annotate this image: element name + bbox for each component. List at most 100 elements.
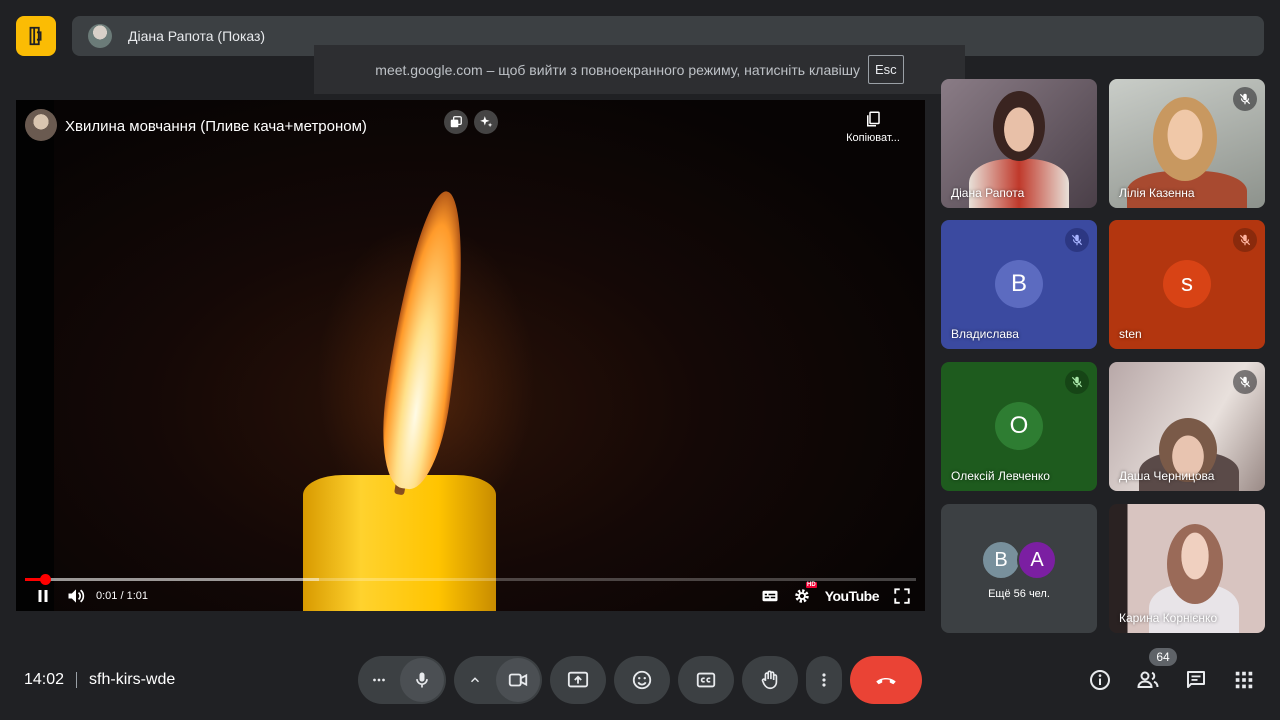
volume-icon (68, 589, 85, 603)
mic-off-icon (1071, 234, 1083, 246)
copy-link-button[interactable]: Копіюват... (843, 110, 903, 144)
copy-icon (867, 111, 880, 127)
presenter-name: Діана Рапота (Показ) (128, 28, 266, 44)
more-options-button[interactable] (806, 656, 842, 704)
people-icon (1137, 671, 1159, 688)
more-vert-icon (822, 673, 826, 687)
videocam-icon (508, 673, 528, 687)
participant-name: sten (1119, 327, 1142, 341)
mic-off-icon (1239, 234, 1251, 246)
participant-name: Діана Рапота (951, 186, 1025, 200)
reactions-button[interactable] (614, 656, 670, 704)
hand-icon (761, 670, 778, 690)
settings-button[interactable]: HD (793, 582, 817, 605)
video-options-button[interactable] (454, 656, 496, 704)
participant-name: Карина Корнієнко (1119, 611, 1218, 625)
youtube-logo[interactable]: YouTube (825, 588, 880, 604)
esc-key-hint: Esc (868, 55, 904, 84)
apps-grid-icon (1235, 671, 1253, 689)
fullscreen-toast: meet.google.com – щоб вийти з повноекран… (314, 45, 965, 94)
meeting-details-button[interactable] (1084, 664, 1116, 696)
leave-call-button[interactable] (850, 656, 922, 704)
chat-icon (1187, 671, 1205, 688)
video-progress-bar[interactable] (25, 574, 916, 585)
participant-avatar: s (1163, 260, 1211, 308)
meeting-code: sfh-kirs-wde (89, 671, 176, 688)
present-to-all-icon (567, 671, 589, 688)
fullscreen-icon (894, 588, 910, 604)
mic-off-icon (1239, 376, 1251, 388)
activities-button[interactable] (1228, 664, 1260, 696)
muted-indicator (1065, 228, 1089, 252)
video-controls: 0:01 / 1:01 HD YouTube (16, 582, 925, 608)
pause-button[interactable] (34, 587, 52, 605)
participant-avatar: А (1017, 540, 1057, 580)
gear-icon (794, 589, 809, 603)
participant-avatar: В (981, 540, 1021, 580)
participant-avatar: В (995, 260, 1043, 308)
pip-button[interactable] (444, 110, 468, 134)
participant-tile[interactable]: Карина Корнієнко (1109, 504, 1265, 633)
fullscreen-toast-text: meet.google.com – щоб вийти з повноекран… (375, 61, 861, 78)
mic-button[interactable] (400, 658, 444, 702)
video-time: 0:01 / 1:01 (96, 590, 148, 602)
fullscreen-button[interactable] (893, 587, 911, 605)
muted-indicator (1233, 228, 1257, 252)
participant-name: Олексій Левченко (951, 469, 1050, 483)
hd-badge: HD (806, 582, 817, 588)
presentation-video[interactable]: Хвилина мовчання (Пливе кача+метроном) К… (16, 100, 925, 611)
presentation-exit-icon (29, 26, 42, 46)
camera-button[interactable] (496, 658, 540, 702)
video-controls-right: HD YouTube (761, 582, 911, 608)
more-participants-label: Ещё 56 чел. (988, 588, 1050, 600)
participant-tile[interactable]: Лілія Казенна (1109, 79, 1265, 208)
info-icon (1090, 670, 1110, 690)
raise-hand-button[interactable] (742, 656, 798, 704)
participant-tile[interactable]: В Владислава (941, 220, 1097, 349)
closed-caption-icon (696, 672, 716, 688)
chevron-up-icon (471, 677, 479, 683)
volume-button[interactable] (66, 586, 86, 606)
mic-off-icon (1239, 93, 1251, 105)
sparkle-icon (480, 116, 493, 128)
muted-indicator (1065, 370, 1089, 394)
captions-button[interactable] (678, 656, 734, 704)
more-participants-tile[interactable]: В А Ещё 56 чел. (941, 504, 1097, 633)
meet-window: Діана Рапота (Показ) meet.google.com – щ… (0, 0, 1280, 720)
participant-name: Владислава (951, 327, 1019, 341)
muted-indicator (1233, 370, 1257, 394)
copy-window-icon (450, 116, 462, 128)
subtitles-button[interactable] (761, 587, 779, 605)
people-button[interactable] (1132, 664, 1164, 696)
stop-presenting-button[interactable] (16, 16, 56, 56)
clock: 14:02 (24, 671, 65, 688)
participant-tile[interactable]: Даша Черницова (1109, 362, 1265, 491)
video-title[interactable]: Хвилина мовчання (Пливе кача+метроном) (65, 118, 367, 135)
presenter-avatar (88, 24, 112, 48)
mic-control-group (358, 656, 446, 704)
call-end-icon (876, 677, 896, 685)
muted-indicator (1233, 87, 1257, 111)
participant-tile[interactable]: s sten (1109, 220, 1265, 349)
pause-icon (38, 590, 48, 602)
mic-icon (416, 672, 428, 688)
participant-name: Лілія Казенна (1119, 186, 1195, 200)
chat-button[interactable] (1180, 664, 1212, 696)
participant-tile[interactable]: Діана Рапота (941, 79, 1097, 208)
people-count-badge: 64 (1149, 648, 1177, 666)
subtitles-icon (762, 590, 778, 602)
sparkle-button[interactable] (474, 110, 498, 134)
present-screen-button[interactable] (550, 656, 606, 704)
participant-avatar: О (995, 402, 1043, 450)
copy-label: Копіюват... (846, 132, 900, 144)
channel-avatar[interactable] (25, 109, 57, 141)
camera-control-group (454, 656, 542, 704)
participant-tile[interactable]: О Олексій Левченко (941, 362, 1097, 491)
audio-options-button[interactable] (358, 656, 400, 704)
mic-off-icon (1071, 376, 1083, 388)
buffer-bar (25, 578, 320, 581)
emoji-icon (632, 670, 652, 690)
meeting-info: 14:02 sfh-kirs-wde (24, 670, 175, 690)
participant-name: Даша Черницова (1119, 469, 1215, 483)
more-horiz-icon (373, 678, 385, 682)
